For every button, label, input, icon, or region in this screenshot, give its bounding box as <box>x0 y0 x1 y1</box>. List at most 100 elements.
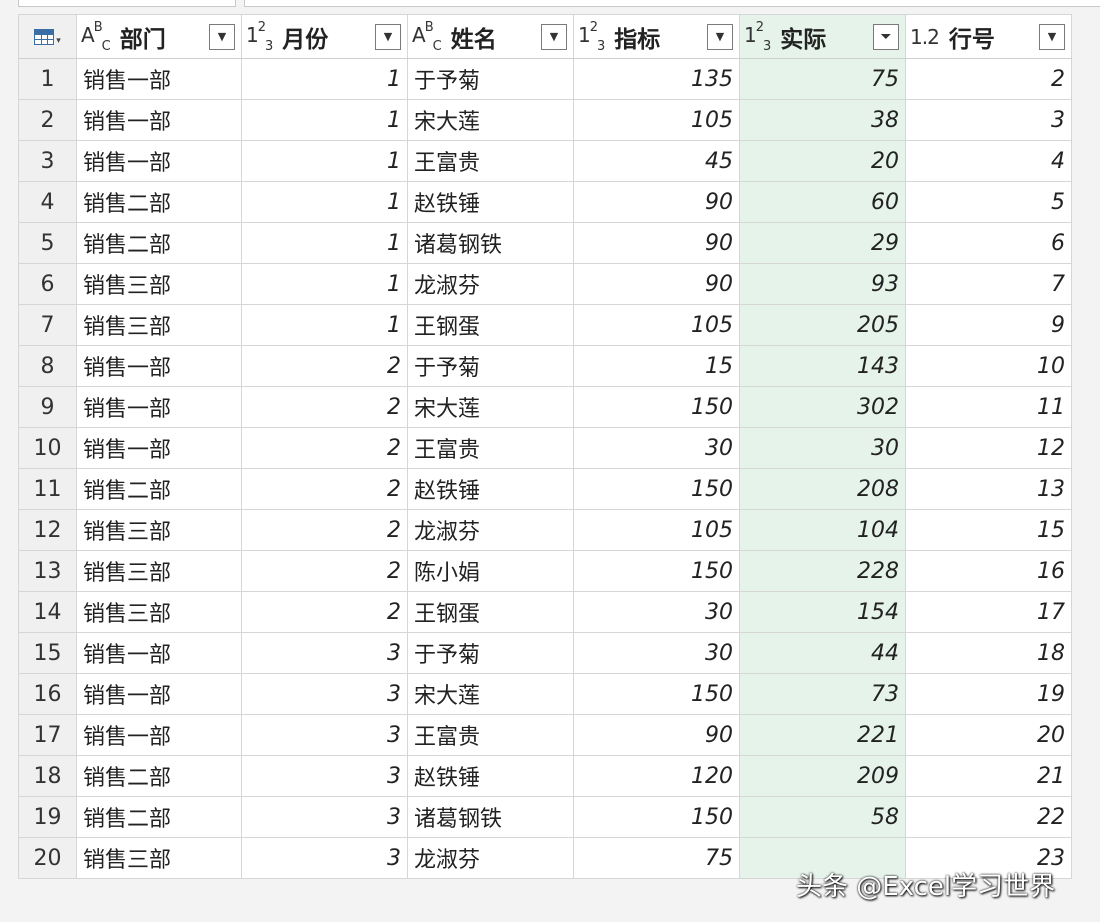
table-cell[interactable]: 150 <box>573 468 740 510</box>
table-cell[interactable]: 38 <box>739 99 906 141</box>
table-cell[interactable]: 20 <box>739 140 906 182</box>
table-cell[interactable]: 3 <box>241 714 408 756</box>
row-number-cell[interactable]: 15 <box>18 632 77 674</box>
table-cell[interactable]: 销售三部 <box>76 509 242 551</box>
table-cell[interactable]: 销售一部 <box>76 714 242 756</box>
table-cell[interactable]: 6 <box>905 222 1072 264</box>
table-row[interactable]: 14 销售三部 2 王钢蛋 30 154 17 <box>18 591 1072 633</box>
table-row[interactable]: 1 销售一部 1 于予菊 135 75 2 <box>18 58 1072 100</box>
table-cell[interactable]: 209 <box>739 755 906 797</box>
table-cell[interactable]: 龙淑芬 <box>407 263 574 305</box>
table-cell[interactable]: 2 <box>241 591 408 633</box>
column-dropdown-button[interactable]: ▼ <box>209 23 235 50</box>
table-cell[interactable]: 陈小娟 <box>407 550 574 592</box>
table-cell[interactable]: 73 <box>739 673 906 715</box>
table-cell[interactable]: 2 <box>241 509 408 551</box>
table-cell[interactable]: 228 <box>739 550 906 592</box>
table-cell[interactable]: 135 <box>573 58 740 100</box>
table-cell[interactable]: 30 <box>739 427 906 469</box>
table-cell[interactable]: 销售二部 <box>76 222 242 264</box>
text-type-icon[interactable]: ABC <box>412 20 442 54</box>
row-number-cell[interactable]: 1 <box>18 58 77 100</box>
table-cell[interactable]: 销售一部 <box>76 427 242 469</box>
table-row[interactable]: 10 销售一部 2 王富贵 30 30 12 <box>18 427 1072 469</box>
table-row[interactable]: 5 销售二部 1 诸葛钢铁 90 29 6 <box>18 222 1072 264</box>
table-row[interactable]: 9 销售一部 2 宋大莲 150 302 11 <box>18 386 1072 428</box>
table-row[interactable]: 17 销售一部 3 王富贵 90 221 20 <box>18 714 1072 756</box>
table-cell[interactable]: 3 <box>241 755 408 797</box>
table-row[interactable]: 6 销售三部 1 龙淑芬 90 93 7 <box>18 263 1072 305</box>
column-dropdown-button[interactable]: ▼ <box>1039 23 1065 50</box>
row-number-cell[interactable]: 4 <box>18 181 77 223</box>
table-cell[interactable]: 销售一部 <box>76 58 242 100</box>
table-cell[interactable]: 221 <box>739 714 906 756</box>
table-cell[interactable]: 1 <box>241 58 408 100</box>
table-cell[interactable]: 30 <box>573 591 740 633</box>
table-cell[interactable]: 3 <box>241 796 408 838</box>
table-cell[interactable]: 21 <box>905 755 1072 797</box>
row-number-cell[interactable]: 14 <box>18 591 77 633</box>
table-cell[interactable]: 5 <box>905 181 1072 223</box>
table-cell[interactable]: 105 <box>573 99 740 141</box>
whole-number-type-icon[interactable]: 123 <box>578 20 605 54</box>
table-cell[interactable]: 208 <box>739 468 906 510</box>
table-cell[interactable]: 王富贵 <box>407 140 574 182</box>
table-cell[interactable]: 205 <box>739 304 906 346</box>
table-cell[interactable]: 7 <box>905 263 1072 305</box>
table-cell[interactable]: 3 <box>241 632 408 674</box>
row-number-cell[interactable]: 7 <box>18 304 77 346</box>
table-cell[interactable]: 王钢蛋 <box>407 304 574 346</box>
filter-active-dropdown-button[interactable]: ⏷ <box>873 23 899 50</box>
table-cell[interactable]: 销售三部 <box>76 304 242 346</box>
table-cell[interactable]: 诸葛钢铁 <box>407 222 574 264</box>
table-cell[interactable]: 赵铁锤 <box>407 181 574 223</box>
table-cell[interactable]: 90 <box>573 222 740 264</box>
table-cell[interactable]: 60 <box>739 181 906 223</box>
table-row[interactable]: 11 销售二部 2 赵铁锤 150 208 13 <box>18 468 1072 510</box>
column-header-6[interactable]: 1.2 行号 ▼ <box>905 14 1072 59</box>
whole-number-type-icon[interactable]: 123 <box>744 20 771 54</box>
table-cell[interactable]: 44 <box>739 632 906 674</box>
table-cell[interactable]: 9 <box>905 304 1072 346</box>
table-cell[interactable]: 宋大莲 <box>407 673 574 715</box>
table-cell[interactable]: 于予菊 <box>407 345 574 387</box>
table-cell[interactable]: 19 <box>905 673 1072 715</box>
row-number-cell[interactable]: 5 <box>18 222 77 264</box>
table-cell[interactable]: 2 <box>241 468 408 510</box>
column-header-3[interactable]: ABC 姓名 ▼ <box>407 14 574 59</box>
row-number-cell[interactable]: 6 <box>18 263 77 305</box>
row-number-cell[interactable]: 16 <box>18 673 77 715</box>
table-cell[interactable]: 销售一部 <box>76 673 242 715</box>
table-cell[interactable]: 105 <box>573 304 740 346</box>
table-cell[interactable]: 赵铁锤 <box>407 755 574 797</box>
table-cell[interactable]: 150 <box>573 673 740 715</box>
table-cell[interactable]: 90 <box>573 181 740 223</box>
table-cell[interactable]: 王钢蛋 <box>407 591 574 633</box>
table-cell[interactable]: 销售一部 <box>76 345 242 387</box>
table-cell[interactable]: 销售一部 <box>76 99 242 141</box>
table-cell[interactable]: 90 <box>573 714 740 756</box>
table-row[interactable]: 7 销售三部 1 王钢蛋 105 205 9 <box>18 304 1072 346</box>
table-cell[interactable]: 宋大莲 <box>407 386 574 428</box>
row-number-cell[interactable]: 3 <box>18 140 77 182</box>
table-cell[interactable]: 销售二部 <box>76 755 242 797</box>
table-cell[interactable]: 75 <box>573 837 740 879</box>
table-cell[interactable]: 王富贵 <box>407 427 574 469</box>
table-cell[interactable]: 93 <box>739 263 906 305</box>
table-cell[interactable]: 龙淑芬 <box>407 837 574 879</box>
table-corner-menu[interactable]: ▾ <box>18 14 77 59</box>
table-cell[interactable]: 17 <box>905 591 1072 633</box>
table-cell[interactable]: 销售三部 <box>76 550 242 592</box>
row-number-cell[interactable]: 17 <box>18 714 77 756</box>
table-cell[interactable]: 150 <box>573 796 740 838</box>
table-row[interactable]: 8 销售一部 2 于予菊 15 143 10 <box>18 345 1072 387</box>
table-cell[interactable]: 王富贵 <box>407 714 574 756</box>
row-number-cell[interactable]: 8 <box>18 345 77 387</box>
column-header-5[interactable]: 123 实际 ⏷ <box>739 14 906 59</box>
table-cell[interactable]: 销售二部 <box>76 181 242 223</box>
table-cell[interactable]: 销售一部 <box>76 386 242 428</box>
row-number-cell[interactable]: 18 <box>18 755 77 797</box>
table-cell[interactable]: 销售三部 <box>76 591 242 633</box>
table-cell[interactable]: 3 <box>905 99 1072 141</box>
table-cell[interactable]: 13 <box>905 468 1072 510</box>
